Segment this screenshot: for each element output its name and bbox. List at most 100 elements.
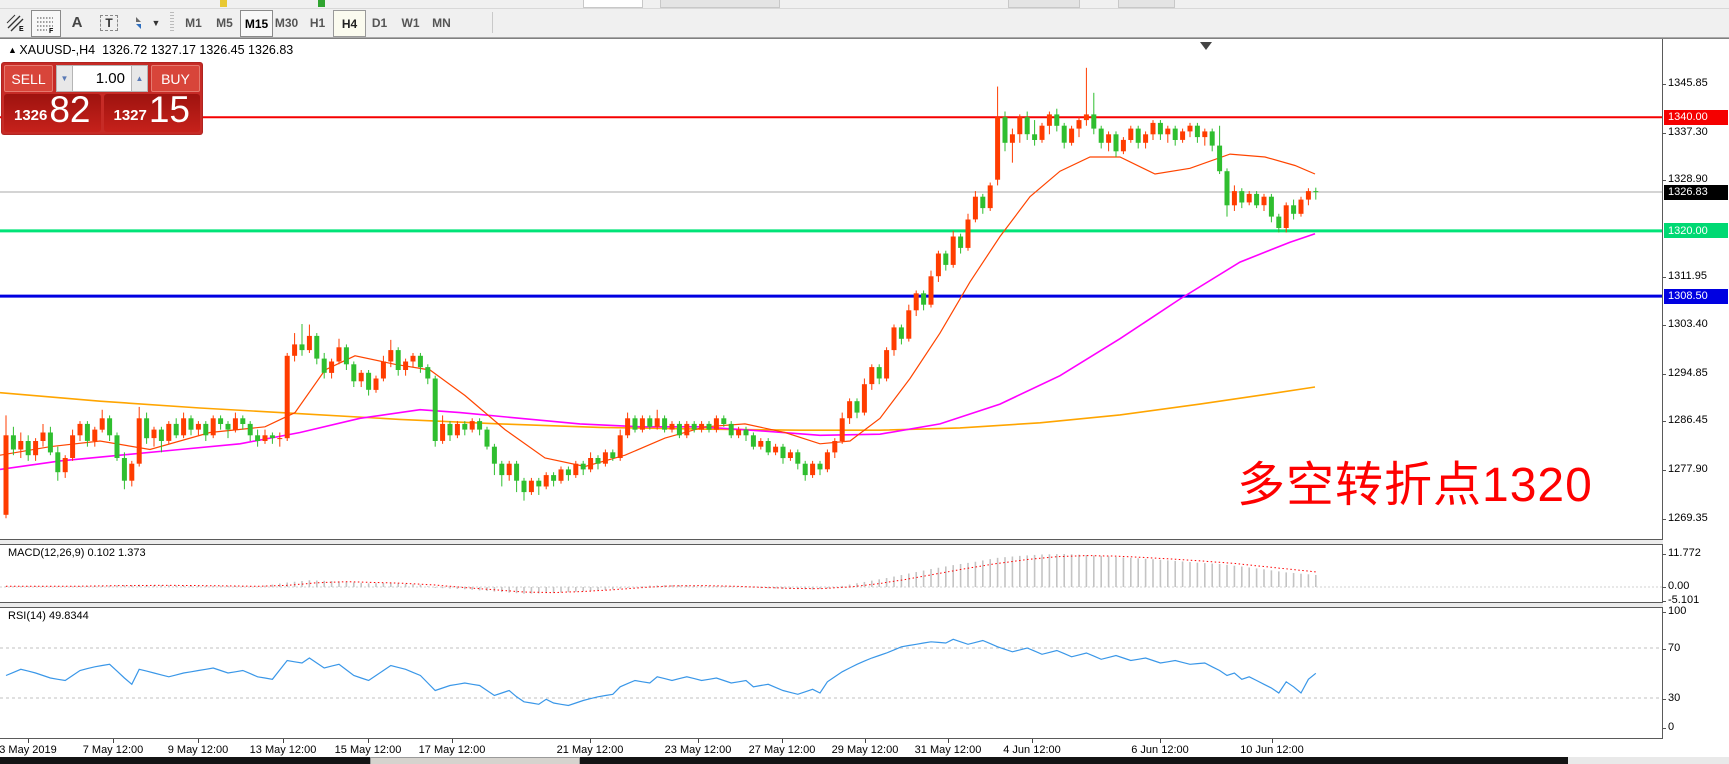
volume-spinner: ▼ 1.00 ▲ xyxy=(56,65,148,92)
time-tick-mark xyxy=(590,739,591,743)
pane-separator[interactable] xyxy=(0,544,1663,545)
time-tick-mark xyxy=(283,739,284,743)
time-tick-mark xyxy=(1032,739,1033,743)
price-tick-label: 1328.90 xyxy=(1668,173,1708,185)
time-tick-mark xyxy=(865,739,866,743)
current-price-label: 1326.83 xyxy=(1664,185,1728,200)
time-tick-label: 15 May 12:00 xyxy=(335,744,402,756)
price-tick-label: 1337.30 xyxy=(1668,126,1708,138)
price-tick-label: 1303.40 xyxy=(1668,318,1708,330)
symbol-ohlc-header: ▲ XAUUSD-,H4 1326.72 1327.17 1326.45 132… xyxy=(8,43,293,57)
toolbar-drag-handle[interactable] xyxy=(170,12,174,33)
time-tick-label: 7 May 12:00 xyxy=(83,744,144,756)
price-tick-label: 1277.90 xyxy=(1668,463,1708,475)
candlestick-plot[interactable] xyxy=(0,39,1729,758)
sell-button[interactable]: SELL xyxy=(4,65,53,92)
time-tick-label: 29 May 12:00 xyxy=(832,744,899,756)
bid-price-tile[interactable]: 132682 xyxy=(4,94,101,132)
volume-decrease-button[interactable]: ▼ xyxy=(56,65,73,92)
one-click-trading-panel: SELL ▼ 1.00 ▲ BUY 132682 132715 xyxy=(2,63,202,134)
taskbar-active-button[interactable] xyxy=(370,757,580,764)
time-tick-mark xyxy=(698,739,699,743)
time-tick-mark xyxy=(368,739,369,743)
time-tick-label: 23 May 12:00 xyxy=(665,744,732,756)
price-tick-label: 1294.85 xyxy=(1668,367,1708,379)
volume-input[interactable]: 1.00 xyxy=(73,65,131,92)
ask-price-pips: 15 xyxy=(149,91,190,128)
ask-price-tile[interactable]: 132715 xyxy=(104,94,201,132)
svg-text:E: E xyxy=(19,26,24,32)
buy-button[interactable]: BUY xyxy=(151,65,200,92)
macd-indicator-label: MACD(12,26,9) 0.102 1.373 xyxy=(8,547,146,559)
rsi-scale-label: 70 xyxy=(1668,642,1680,654)
time-tick-mark xyxy=(1272,739,1273,743)
rsi-indicator-label: RSI(14) 49.8344 xyxy=(8,610,89,622)
timeframe-button-h1[interactable]: H1 xyxy=(302,10,333,35)
time-tick-mark xyxy=(948,739,949,743)
trading-terminal: E F A T ▼ M1M5M15M30H1H4D1W1MN xyxy=(0,0,1729,764)
timeframe-button-m30[interactable]: M30 xyxy=(271,10,302,35)
time-tick-label: 4 Jun 12:00 xyxy=(1003,744,1061,756)
timeframe-button-h4[interactable]: H4 xyxy=(333,10,366,37)
bid-price-pips: 82 xyxy=(49,91,90,128)
toolbar-fragment xyxy=(660,0,780,8)
rsi-scale-label: 100 xyxy=(1668,605,1686,617)
chart-annotation-text: 多空转折点1320 xyxy=(1237,445,1593,515)
time-tick-label: 17 May 12:00 xyxy=(419,744,486,756)
taskbar-segment xyxy=(1568,757,1729,764)
toolbar-fragment xyxy=(1118,0,1175,8)
time-tick-label: 9 May 12:00 xyxy=(168,744,229,756)
taskbar-segment xyxy=(0,757,370,764)
pivot-price-label: 1320.00 xyxy=(1664,223,1728,238)
timeframe-button-mn[interactable]: MN xyxy=(426,10,457,35)
time-tick-mark xyxy=(1160,739,1161,743)
rsi-scale-label: 30 xyxy=(1668,692,1680,704)
toolbar-separator xyxy=(492,12,493,33)
price-tick-label: 1311.95 xyxy=(1668,270,1707,282)
time-tick-label: 3 May 2019 xyxy=(0,744,57,756)
time-axis[interactable]: 3 May 2019 7 May 12:00 9 May 12:00 13 May 1… xyxy=(0,739,1729,758)
volume-increase-button[interactable]: ▲ xyxy=(131,65,148,92)
timeframe-button-m15[interactable]: M15 xyxy=(240,10,273,37)
fibonacci-grid-icon[interactable]: F xyxy=(31,10,61,37)
timeframe-button-d1[interactable]: D1 xyxy=(364,10,395,35)
resistance-price-label: 1340.00 xyxy=(1664,110,1728,125)
time-tick-label: 10 Jun 12:00 xyxy=(1240,744,1304,756)
chart-window[interactable]: ▲ XAUUSD-,H4 1326.72 1327.17 1326.45 132… xyxy=(0,38,1729,758)
bid-price-main: 1326 xyxy=(14,107,47,124)
time-tick-mark xyxy=(113,739,114,743)
time-tick-label: 6 Jun 12:00 xyxy=(1131,744,1189,756)
pane-separator[interactable] xyxy=(0,607,1663,608)
toolbar-fragment xyxy=(583,0,643,8)
toolbar-fragment xyxy=(1008,0,1080,8)
symbol-collapse-icon[interactable]: ▲ xyxy=(8,45,19,55)
equidistant-channel-icon[interactable]: E xyxy=(2,10,29,35)
time-tick-label: 31 May 12:00 xyxy=(915,744,982,756)
timeframe-button-m1[interactable]: M1 xyxy=(178,10,209,35)
time-tick-mark xyxy=(452,739,453,743)
price-tick-label: 1269.35 xyxy=(1668,512,1708,524)
price-tick-label: 1286.45 xyxy=(1668,414,1708,426)
toolbar-fragment xyxy=(220,0,227,7)
chart-toolbar: E F A T ▼ M1M5M15M30H1H4D1W1MN xyxy=(0,9,1729,38)
toolbar-fragment xyxy=(318,0,325,7)
rsi-scale-label: 0 xyxy=(1668,721,1674,733)
ask-price-main: 1327 xyxy=(113,107,146,124)
text-tool-icon[interactable]: A xyxy=(63,10,91,35)
timeframe-button-m5[interactable]: M5 xyxy=(209,10,240,35)
label-t-glyph: T xyxy=(100,15,117,31)
label-tool-icon[interactable]: T xyxy=(95,10,123,35)
chart-shift-marker[interactable] xyxy=(1200,42,1212,50)
time-tick-mark xyxy=(28,739,29,743)
time-tick-label: 13 May 12:00 xyxy=(250,744,317,756)
macd-scale-label: 0.00 xyxy=(1668,580,1689,592)
time-tick-label: 21 May 12:00 xyxy=(557,744,624,756)
timeframe-button-w1[interactable]: W1 xyxy=(395,10,426,35)
time-tick-mark xyxy=(198,739,199,743)
taskbar-segment xyxy=(580,757,1568,764)
arrow-objects-icon[interactable]: ▼ xyxy=(127,10,165,35)
svg-text:F: F xyxy=(49,28,54,33)
top-cutoff-strip xyxy=(0,0,1729,9)
macd-scale-label: 11.772 xyxy=(1668,547,1701,559)
price-tick-label: 1345.85 xyxy=(1668,77,1708,89)
